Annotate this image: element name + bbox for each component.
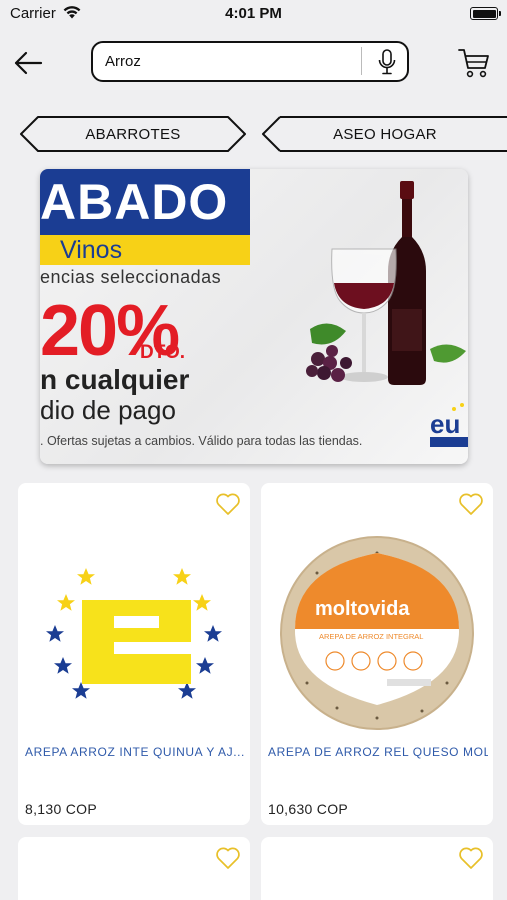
favorite-button[interactable]	[457, 491, 485, 517]
promo-banner[interactable]: ABADO Vinos encias seleccionadas 20% DTO…	[40, 169, 468, 464]
product-card[interactable]: AREPA ARROZ INTE QUINUA Y AJ... 8,130 CO…	[18, 483, 250, 825]
heart-icon	[459, 493, 483, 515]
banner-disclaimer: . Ofertas sujetas a cambios. Válido para…	[40, 434, 363, 448]
logo-mark: eu	[430, 403, 468, 447]
heart-icon	[459, 847, 483, 869]
package-label: AREPA DE ARROZ INTEGRAL	[319, 632, 423, 641]
heart-icon	[216, 847, 240, 869]
microphone-icon	[378, 49, 396, 75]
banner-discount-suffix: DTO.	[140, 342, 186, 363]
arepa-package-image: moltovida AREPA DE ARROZ INTEGRAL	[280, 536, 474, 730]
category-chip-aseo-hogar[interactable]: ASEO HOGAR	[260, 115, 507, 153]
banner-line-1: n cualquier	[40, 364, 190, 395]
banner-tagline: encias seleccionadas	[40, 267, 222, 287]
product-name: AREPA DE ARROZ REL QUESO MOL...	[268, 745, 488, 759]
category-chip-label: ABARROTES	[85, 125, 181, 143]
cart-button[interactable]	[455, 44, 493, 82]
category-chip-abarrotes[interactable]: ABARROTES	[18, 115, 248, 153]
arrow-left-icon	[14, 51, 43, 75]
product-price: 8,130 COP	[25, 801, 97, 817]
favorite-button[interactable]	[214, 491, 242, 517]
battery-icon	[470, 7, 501, 20]
search-box	[91, 41, 409, 82]
product-card[interactable]	[18, 837, 250, 900]
voice-search-button[interactable]	[373, 48, 401, 76]
heart-icon	[216, 493, 240, 515]
package-brand: moltovida	[315, 598, 410, 620]
wine-illustration	[306, 181, 466, 385]
product-price: 10,630 COP	[268, 801, 349, 817]
supermarket-logo: eu	[430, 399, 468, 447]
category-chips: ABARROTES ASEO HOGAR	[0, 115, 507, 153]
banner-line-2: dio de pago	[40, 395, 176, 425]
logo-text: eu	[430, 409, 460, 439]
product-card[interactable]	[261, 837, 493, 900]
banner-headline: ABADO	[40, 169, 250, 235]
product-image	[18, 533, 250, 733]
product-name: AREPA ARROZ INTE QUINUA Y AJ...	[25, 745, 245, 759]
favorite-button[interactable]	[457, 845, 485, 871]
brand-logo-image	[46, 568, 222, 699]
status-bar: Carrier 4:01 PM	[0, 0, 507, 28]
clock: 4:01 PM	[225, 5, 282, 22]
product-card[interactable]: moltovida AREPA DE ARROZ INTEGRAL AREPA …	[261, 483, 493, 825]
back-button[interactable]	[10, 46, 46, 80]
search-divider	[361, 47, 362, 75]
category-chip-label: ASEO HOGAR	[333, 125, 437, 143]
cart-icon	[458, 49, 489, 78]
banner-subhead: Vinos	[40, 235, 250, 265]
search-input[interactable]	[105, 51, 355, 72]
favorite-button[interactable]	[214, 845, 242, 871]
product-image: moltovida AREPA DE ARROZ INTEGRAL	[261, 533, 493, 733]
